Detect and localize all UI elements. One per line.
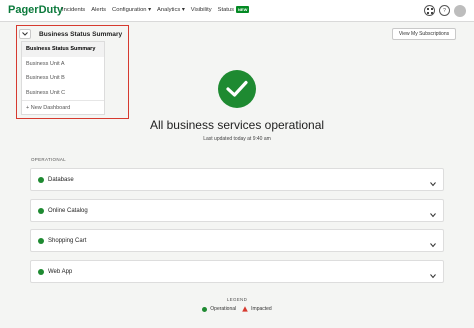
nav-icons: ? <box>424 5 466 17</box>
dashboard-menu: Business Status Summary Business Unit A … <box>21 41 105 115</box>
chevron-down-icon[interactable] <box>429 236 437 254</box>
nav-status-label: Status <box>217 7 235 13</box>
chevron-down-icon[interactable] <box>19 29 31 39</box>
operational-dot-icon <box>38 207 44 214</box>
pagerduty-logo[interactable]: PagerDuty <box>8 4 63 16</box>
top-navigation: PagerDuty Incidents Alerts Configuration… <box>0 0 474 22</box>
service-name: Shopping Cart <box>48 237 87 244</box>
chevron-down-icon[interactable] <box>429 267 437 285</box>
chevron-down-icon[interactable] <box>429 175 437 193</box>
service-name: Database <box>48 176 74 183</box>
chevron-down-icon[interactable] <box>429 206 437 224</box>
menu-item-business-unit-a[interactable]: Business Unit A <box>22 57 104 72</box>
service-card-shopping-cart[interactable]: Shopping Cart <box>30 229 444 252</box>
service-card-database[interactable]: Database <box>30 168 444 191</box>
status-title: All business services operational <box>149 118 325 132</box>
legend: Operational Impacted <box>0 306 474 312</box>
menu-item-business-status-summary[interactable]: Business Status Summary <box>22 42 104 57</box>
grid-icon[interactable] <box>424 5 435 16</box>
legend-impacted-label: Impacted <box>251 306 272 312</box>
service-card-online-catalog[interactable]: Online Catalog <box>30 199 444 222</box>
nav-visibility[interactable]: Visibility <box>191 7 212 13</box>
service-name: Online Catalog <box>48 207 88 214</box>
menu-item-business-unit-b[interactable]: Business Unit B <box>22 71 104 86</box>
operational-dot-icon <box>38 268 44 275</box>
menu-item-new-dashboard[interactable]: + New Dashboard <box>22 100 104 115</box>
nav-analytics[interactable]: Analytics ▾ <box>157 7 185 13</box>
operational-dot-icon <box>202 306 208 312</box>
operational-dot-icon <box>38 237 44 244</box>
status-check-icon <box>218 70 256 108</box>
avatar[interactable] <box>454 5 466 17</box>
dashboard-title: Business Status Summary <box>39 30 123 38</box>
operational-dot-icon <box>38 176 44 183</box>
menu-item-business-unit-c[interactable]: Business Unit C <box>22 86 104 101</box>
nav-configuration[interactable]: Configuration ▾ <box>112 7 151 13</box>
nav-links: Incidents Alerts Configuration ▾ Analyti… <box>62 6 250 13</box>
nav-alerts[interactable]: Alerts <box>91 7 106 13</box>
service-card-web-app[interactable]: Web App <box>30 260 444 283</box>
legend-impacted: Impacted <box>242 306 272 312</box>
help-icon[interactable]: ? <box>439 5 450 16</box>
service-name: Web App <box>48 268 73 275</box>
legend-operational: Operational <box>202 306 236 312</box>
new-badge: NEW <box>236 6 250 13</box>
view-subscriptions-button[interactable]: View My Subscriptions <box>392 28 456 40</box>
last-updated-text: Last updated today at 9:40 am <box>203 136 271 142</box>
dashboard-selector[interactable]: Business Status Summary <box>19 28 127 40</box>
status-dashboard: View My Subscriptions Business Status Su… <box>0 22 474 328</box>
impacted-triangle-icon <box>242 306 248 312</box>
nav-incidents[interactable]: Incidents <box>62 7 85 13</box>
legend-label: LEGEND <box>226 297 248 302</box>
nav-status[interactable]: Status NEW <box>217 6 250 13</box>
section-label-operational: OPERATIONAL <box>31 157 66 162</box>
legend-operational-label: Operational <box>210 306 237 312</box>
